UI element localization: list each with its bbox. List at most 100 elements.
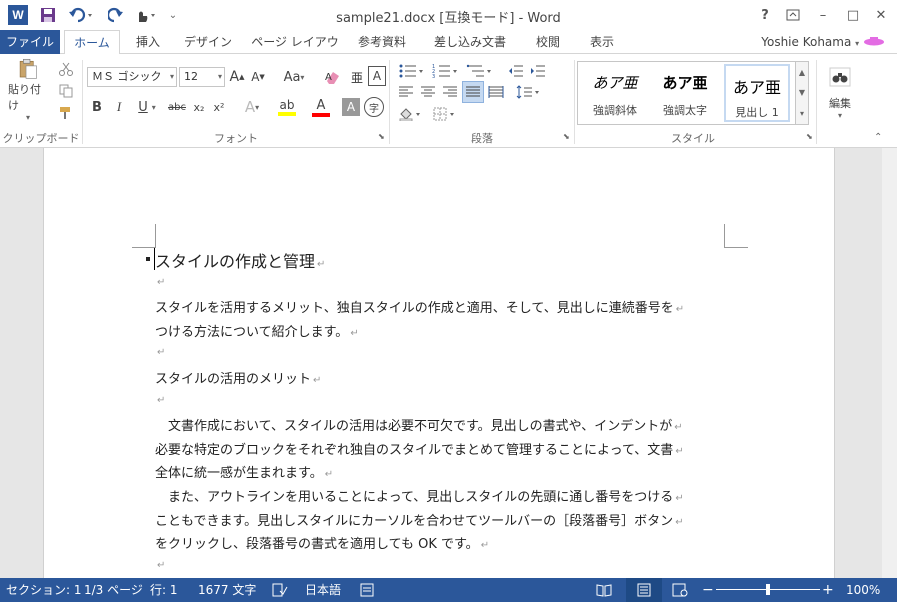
highlight-color-button[interactable]: ab <box>272 96 302 118</box>
customize-qat-icon[interactable]: ⌄ <box>166 5 180 25</box>
zoom-in-button[interactable]: + <box>822 578 834 602</box>
text-effects-button[interactable]: A ▾ <box>238 96 266 118</box>
tab-references[interactable]: 参考資料 <box>352 30 412 54</box>
format-painter-button[interactable] <box>56 104 76 122</box>
copy-button[interactable] <box>56 82 76 100</box>
line-text: スタイルを活用するメリット、独自スタイルの作成と適用、そして、見出しに連続番号を <box>155 301 674 317</box>
touch-mode-icon[interactable] <box>132 5 160 25</box>
clear-formatting-button[interactable]: A <box>322 66 344 88</box>
increase-indent-button[interactable] <box>528 60 548 82</box>
gallery-up-icon[interactable]: ▲ <box>799 68 805 77</box>
font-color-swatch <box>312 112 330 117</box>
paragraph-mark-icon: ↵ <box>675 516 684 528</box>
superscript-button[interactable]: x² <box>210 96 228 118</box>
word-app-icon[interactable]: W <box>8 5 28 25</box>
tab-insert[interactable]: 挿入 <box>126 30 170 54</box>
font-name-combo[interactable]: ＭＳ ゴシック ▾ <box>87 67 177 87</box>
gallery-down-icon[interactable]: ▼ <box>799 88 805 97</box>
underline-button[interactable]: U ▾ <box>132 96 162 118</box>
align-left-icon <box>399 86 413 97</box>
tab-file[interactable]: ファイル <box>0 30 60 54</box>
change-case-button[interactable]: Aa ▾ <box>278 66 310 88</box>
styles-launcher-icon[interactable]: ⬊ <box>806 132 813 141</box>
document-area: スタイルの作成と管理 ↵ ↵ スタイルを活用するメリット、独自スタイルの作成と適用、そ… <box>0 148 897 578</box>
tab-page-layout[interactable]: ページ レイアウト <box>248 30 342 73</box>
document-line: をクリックし、段落番号の書式を適用しても OK です。 ↵ <box>155 533 489 552</box>
scissors-icon <box>59 62 73 76</box>
macro-record-icon[interactable] <box>360 578 374 602</box>
tab-mailings[interactable]: 差し込み文書 <box>428 30 512 54</box>
tab-home[interactable]: ホーム <box>64 30 120 55</box>
web-layout-button[interactable] <box>672 578 688 602</box>
user-account[interactable]: Yoshie Kohama ▾ <box>761 30 885 54</box>
status-page[interactable]: 1/3 ページ <box>84 578 143 602</box>
editing-button[interactable]: 編集 ▾ <box>822 60 858 126</box>
numbering-button[interactable]: 123 <box>430 60 462 82</box>
style-heading-1[interactable]: あア亜 見出し 1 <box>724 64 790 122</box>
paint-bucket-icon <box>399 108 420 121</box>
zoom-slider-thumb[interactable] <box>766 584 770 595</box>
gallery-more-icon[interactable]: ▾ <box>800 109 804 118</box>
undo-icon[interactable] <box>66 5 96 25</box>
paste-button[interactable]: 貼り付け ▾ <box>8 58 48 122</box>
character-border-button[interactable]: A <box>368 66 386 86</box>
bullets-button[interactable] <box>396 60 428 82</box>
line-text: スタイルの活用のメリット <box>155 372 312 387</box>
enclose-characters-button[interactable]: 字 <box>364 97 384 117</box>
grow-font-button[interactable]: A ▲ <box>229 66 245 88</box>
chevron-down-icon: ▾ <box>255 102 260 112</box>
zoom-out-button[interactable]: − <box>702 578 714 602</box>
help-button[interactable]: ? <box>752 4 778 26</box>
print-layout-button[interactable] <box>626 578 662 602</box>
status-word-count[interactable]: 1677 文字 <box>198 578 256 602</box>
tab-view[interactable]: 表示 <box>580 30 624 54</box>
paragraph-mark-icon: ↵ <box>675 493 684 504</box>
multilevel-list-button[interactable] <box>464 60 496 82</box>
tab-design[interactable]: デザイン <box>178 30 238 54</box>
status-line[interactable]: 行: 1 <box>150 578 178 602</box>
justify-button[interactable] <box>462 81 484 103</box>
font-launcher-icon[interactable]: ⬊ <box>378 132 385 141</box>
style-emphasis-bold[interactable]: あア亜 強調太字 <box>652 64 718 122</box>
save-icon[interactable] <box>38 5 58 25</box>
svg-text:3: 3 <box>432 74 435 79</box>
align-left-button[interactable] <box>396 82 416 102</box>
gallery-scroll[interactable]: ▲ ▼ ▾ <box>795 62 808 124</box>
read-mode-button[interactable] <box>596 578 612 602</box>
decrease-indent-button[interactable] <box>506 60 526 82</box>
font-color-button[interactable]: A <box>306 96 336 118</box>
zoom-level[interactable]: 100% <box>846 578 880 602</box>
proofing-icon[interactable] <box>272 578 288 602</box>
cut-button[interactable] <box>56 60 76 78</box>
maximize-button[interactable]: □ <box>840 4 866 26</box>
shading-button[interactable] <box>396 104 426 124</box>
close-button[interactable]: ✕ <box>868 4 894 26</box>
phonetic-guide-button[interactable]: 亜 <box>346 66 368 88</box>
align-right-button[interactable] <box>440 82 460 102</box>
italic-button[interactable]: I <box>110 96 128 118</box>
subscript-button[interactable]: x₂ <box>190 96 208 118</box>
character-shading-button[interactable]: A <box>342 98 360 116</box>
line-spacing-button[interactable] <box>514 82 544 102</box>
paragraph-mark-icon: ↵ <box>157 276 166 288</box>
paragraph-launcher-icon[interactable]: ⬊ <box>563 132 570 141</box>
align-center-button[interactable] <box>418 82 438 102</box>
borders-button[interactable] <box>430 104 460 124</box>
status-language[interactable]: 日本語 <box>305 578 341 602</box>
shrink-font-button[interactable]: A ▼ <box>250 66 266 88</box>
style-emphasis-italic[interactable]: あア亜 強調斜体 <box>582 64 648 122</box>
clipboard-icon <box>19 58 37 79</box>
font-size-combo[interactable]: 12 ▾ <box>179 67 225 87</box>
bold-button[interactable]: B <box>88 96 106 118</box>
document-line: スタイルの活用のメリット ↵ <box>155 368 321 387</box>
tab-review[interactable]: 校閲 <box>526 30 570 54</box>
redo-icon[interactable] <box>106 5 126 25</box>
distributed-button[interactable] <box>486 82 506 102</box>
strikethrough-button[interactable]: abc <box>166 96 188 118</box>
collapse-ribbon-icon[interactable]: ⌃ <box>874 132 882 143</box>
user-name: Yoshie Kohama <box>761 35 852 49</box>
vertical-scrollbar[interactable] <box>882 148 897 578</box>
status-section[interactable]: セクション: 1 <box>6 578 82 602</box>
ribbon-display-options-button[interactable] <box>780 4 806 26</box>
minimize-button[interactable]: – <box>810 4 836 26</box>
